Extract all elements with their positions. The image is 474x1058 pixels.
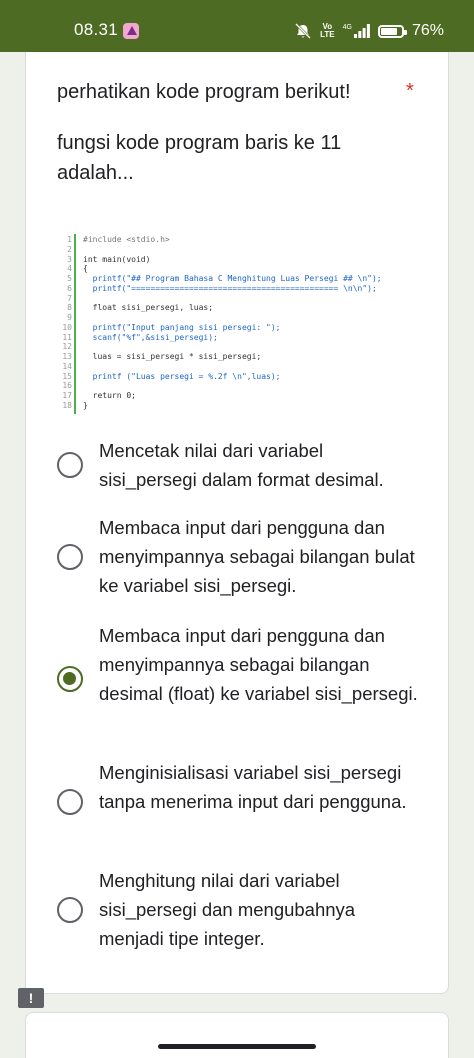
question-description: fungsi kode program baris ke 11 adalah..…: [57, 132, 342, 184]
battery-percent: 76%: [411, 22, 444, 39]
question-title: perhatikan kode program berikut!: [57, 81, 351, 103]
code-gutter-bar: [74, 234, 76, 414]
code-line-number: 3: [67, 254, 72, 264]
code-line-number: 10: [62, 322, 72, 332]
code-line-number: 8: [67, 303, 72, 313]
code-line-number: 7: [67, 293, 72, 303]
status-time: 08.31: [74, 20, 119, 39]
code-line-number: 2: [67, 244, 72, 254]
code-line-number: 15: [62, 371, 72, 381]
answer-option[interactable]: Membaca input dari pengguna dan menyimpa…: [57, 513, 417, 600]
status-bar: 08.31 Vo LTE 4G 76%: [0, 0, 474, 52]
answer-option[interactable]: Membaca input dari pengguna dan menyimpa…: [57, 621, 419, 737]
answer-option[interactable]: Menginisialisasi variabel sisi_persegi t…: [57, 758, 417, 845]
code-line: printf("## Program Bahasa C Menghitung L…: [83, 274, 382, 283]
radio-unchecked-icon[interactable]: [57, 896, 83, 923]
volte-indicator: Vo LTE: [320, 22, 335, 39]
answer-option-label[interactable]: Membaca input dari pengguna dan menyimpa…: [99, 513, 419, 600]
code-line-number: 12: [62, 342, 72, 352]
radio-unchecked-icon[interactable]: [57, 788, 83, 815]
code-line: }: [83, 400, 88, 410]
code-line: luas = sisi_persegi * sisi_persegi;: [83, 352, 262, 361]
code-line-number: 14: [62, 361, 72, 371]
answer-option-label[interactable]: Membaca input dari pengguna dan menyimpa…: [99, 621, 419, 708]
code-line: return 0;: [83, 391, 136, 400]
answer-option-label[interactable]: Menginisialisasi variabel sisi_persegi t…: [99, 758, 419, 816]
home-indicator[interactable]: [158, 1044, 316, 1049]
code-line: printf("Input panjang sisi persegi: ");: [83, 322, 281, 332]
code-line-number: 1: [67, 235, 72, 244]
next-question-card: [25, 1012, 449, 1058]
status-icons: Vo LTE 4G 76%: [294, 20, 444, 42]
pink-app-icon: [123, 23, 139, 39]
code-line-number: 5: [67, 274, 72, 283]
network-type: 4G: [342, 24, 352, 31]
code-line-number: 13: [62, 352, 72, 361]
code-line-number: 11: [62, 332, 72, 342]
code-line-number: 16: [62, 381, 72, 391]
code-line-number: 4: [67, 264, 72, 274]
code-line-number: 18: [62, 400, 72, 410]
radio-unchecked-icon[interactable]: [57, 543, 83, 570]
mute-icon: [294, 23, 312, 39]
code-line-number: 6: [67, 283, 72, 293]
code-line: scanf("%f",&sisi_persegi);: [83, 332, 218, 342]
code-image: 1 2 3 4 5 6 7 8 9 10 11 12 13 14 15 16 17 18 #include <st…: [57, 232, 417, 416]
answer-option-label[interactable]: Menghitung nilai dari variabel sisi_pers…: [99, 866, 419, 953]
code-line: {: [83, 264, 88, 274]
signal-icon: 4G: [343, 24, 370, 38]
radio-unchecked-icon[interactable]: [57, 452, 83, 478]
answer-option[interactable]: Menghitung nilai dari variabel sisi_pers…: [57, 866, 417, 953]
code-line: float sisi_persegi, luas;: [83, 303, 214, 313]
code-line: #include <stdio.h>: [83, 235, 170, 244]
radio-checked-icon[interactable]: [57, 666, 83, 692]
code-line-number: 17: [62, 391, 72, 400]
code-line-number: 9: [67, 313, 72, 322]
report-icon[interactable]: !: [18, 988, 44, 1008]
code-line-numbers: 1 2 3 4 5 6 7 8 9 10 11 12 13 14 15 16 17 18: [57, 232, 72, 414]
answer-option[interactable]: Mencetak nilai dari variabel sisi_perseg…: [57, 436, 417, 494]
code-line: printf ("Luas persegi = %.2f \n",luas);: [83, 371, 281, 381]
code-line: int main(void): [83, 254, 151, 264]
answer-option-label[interactable]: Mencetak nilai dari variabel sisi_perseg…: [99, 436, 419, 494]
battery-icon: [377, 24, 407, 38]
code-line: printf("================================…: [83, 283, 377, 293]
code-listing: #include <stdio.h> int main(void){ printf…: [83, 232, 415, 411]
required-marker: *: [406, 80, 414, 102]
